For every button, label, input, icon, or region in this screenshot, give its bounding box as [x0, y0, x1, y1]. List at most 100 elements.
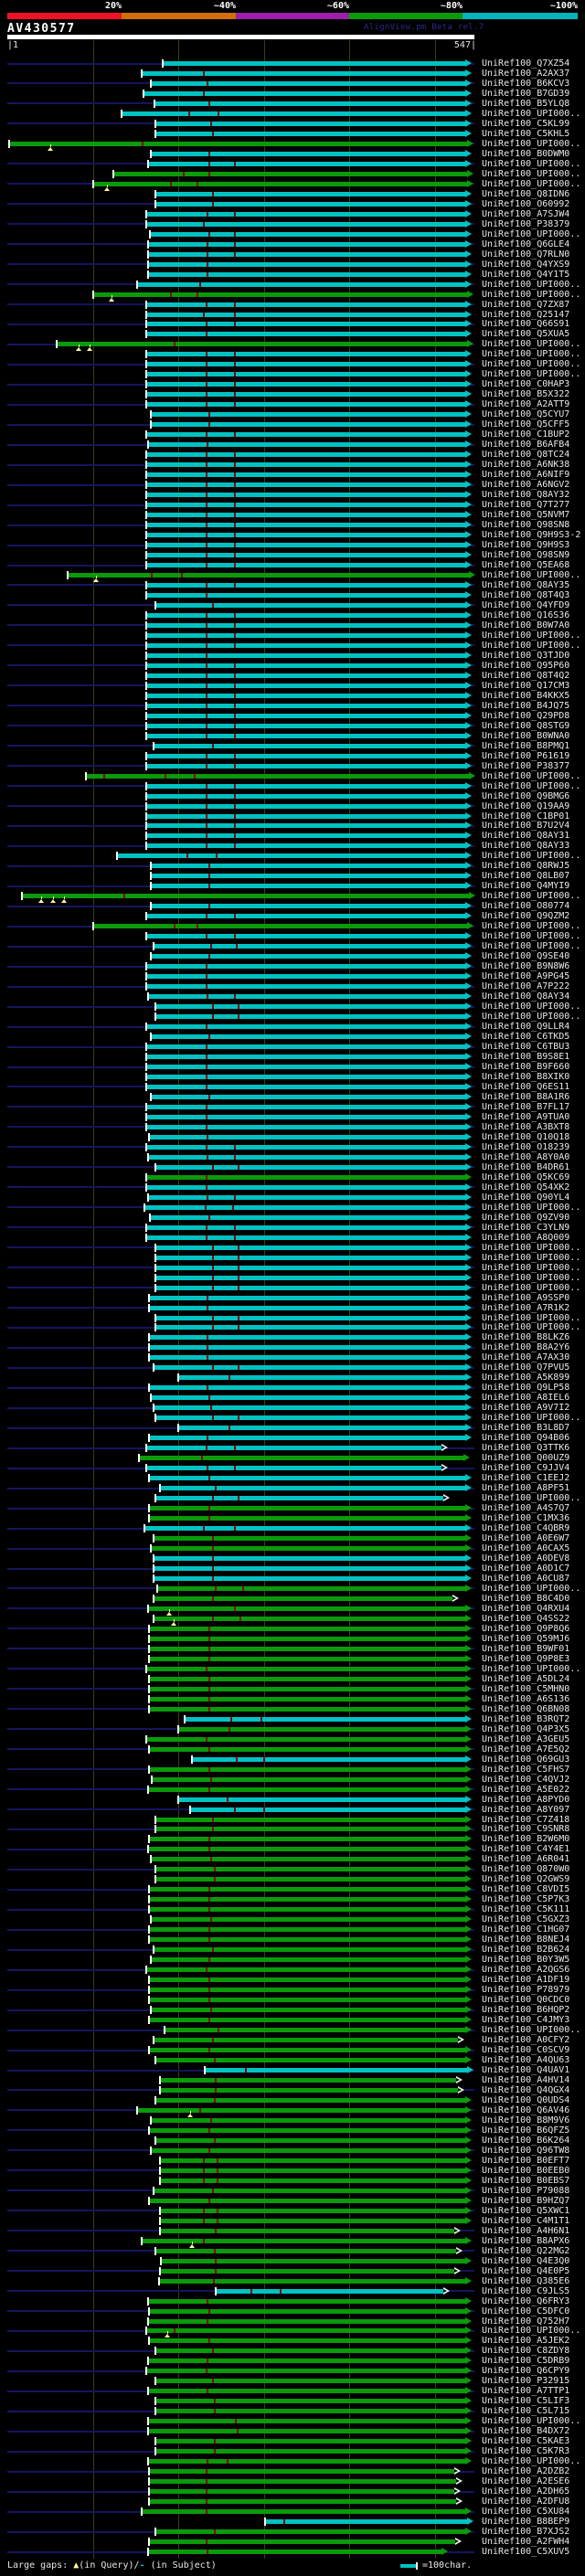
hsp-bar[interactable]	[146, 2369, 465, 2374]
alignment-row[interactable]: UniRef100_C4QVJ2	[0, 1775, 585, 1785]
hsp-bar[interactable]	[149, 1837, 465, 1842]
subject-id-label[interactable]: UniRef100_UPI000..	[482, 179, 580, 189]
subject-id-label[interactable]: UniRef100_Q8AY33	[482, 841, 569, 851]
subject-id-label[interactable]: UniRef100_A6NGV2	[482, 480, 569, 490]
subject-id-label[interactable]: UniRef100_B0W7A0	[482, 620, 569, 631]
alignment-row[interactable]: UniRef100_P61619	[0, 751, 585, 761]
hsp-bar[interactable]	[149, 1335, 465, 1341]
hsp-bar[interactable]	[149, 1907, 465, 1913]
subject-id-label[interactable]: UniRef100_Q9LLR4	[482, 1022, 569, 1032]
hsp-bar[interactable]	[155, 1245, 465, 1250]
hsp-bar[interactable]	[146, 974, 465, 980]
hsp-bar[interactable]	[142, 2238, 465, 2243]
alignment-row[interactable]: UniRef100_Q9SE40	[0, 951, 585, 961]
subject-id-label[interactable]: UniRef100_Q5CYU7	[482, 409, 569, 419]
alignment-row[interactable]: UniRef100_C8VDI5	[0, 1884, 585, 1894]
hsp-bar[interactable]	[161, 2258, 465, 2263]
hsp-bar[interactable]	[149, 2479, 456, 2485]
subject-id-label[interactable]: UniRef100_Q870W0	[482, 1864, 569, 1874]
hsp-bar[interactable]	[151, 2117, 465, 2123]
alignment-row[interactable]: UniRef100_C5DRB9	[0, 2356, 585, 2366]
subject-id-label[interactable]: UniRef100_B9S8E1	[482, 1052, 569, 1062]
alignment-row[interactable]: UniRef100_A5JEK2	[0, 2336, 585, 2346]
alignment-row[interactable]: UniRef100_P78979	[0, 1985, 585, 1995]
alignment-row[interactable]: UniRef100_C5P7K3	[0, 1894, 585, 1904]
alignment-row[interactable]: UniRef100_UPI000..	[0, 1243, 585, 1253]
hsp-bar[interactable]	[146, 543, 465, 548]
alignment-row[interactable]: UniRef100_C4Y4E1	[0, 1844, 585, 1854]
subject-id-label[interactable]: UniRef100_Q10Q18	[482, 1132, 569, 1142]
alignment-row[interactable]: UniRef100_A2DZB2	[0, 2466, 585, 2476]
hsp-bar[interactable]	[148, 442, 465, 448]
subject-id-label[interactable]: UniRef100_Q5NVM7	[482, 510, 569, 520]
subject-id-label[interactable]: UniRef100_C8ZDY8	[482, 2346, 569, 2356]
hsp-bar[interactable]	[155, 131, 465, 136]
hsp-bar[interactable]	[159, 2278, 465, 2284]
subject-id-label[interactable]: UniRef100_O18239	[482, 1142, 569, 1152]
alignment-row[interactable]: UniRef100_B0Y3W5	[0, 1955, 585, 1965]
hsp-bar[interactable]	[146, 1044, 465, 1050]
hsp-bar[interactable]	[117, 853, 465, 859]
subject-id-label[interactable]: UniRef100_B8C4D0	[482, 1594, 569, 1604]
alignment-row[interactable]: UniRef100_C1BUP2	[0, 429, 585, 440]
alignment-row[interactable]: UniRef100_B4DX72	[0, 2426, 585, 2436]
alignment-row[interactable]: UniRef100_Q7PVU5	[0, 1362, 585, 1373]
hsp-bar[interactable]	[155, 1415, 465, 1421]
subject-id-label[interactable]: UniRef100_B5X322	[482, 389, 569, 399]
hsp-bar[interactable]	[178, 1375, 465, 1381]
hsp-bar[interactable]	[151, 2147, 465, 2153]
alignment-row[interactable]: UniRef100_P38379	[0, 219, 585, 229]
subject-id-label[interactable]: UniRef100_Q7XZ54	[482, 58, 569, 69]
hsp-bar[interactable]	[151, 80, 465, 86]
subject-id-label[interactable]: UniRef100_A5JEK2	[482, 2336, 569, 2346]
subject-id-label[interactable]: UniRef100_Q95P60	[482, 661, 569, 671]
hsp-bar[interactable]	[148, 161, 465, 166]
alignment-row[interactable]: UniRef100_UPI000..	[0, 641, 585, 651]
alignment-row[interactable]: UniRef100_UPI000..	[0, 781, 585, 791]
alignment-row[interactable]: UniRef100_C9JJV4	[0, 1463, 585, 1473]
alignment-row[interactable]: UniRef100_B2W6M0	[0, 1834, 585, 1844]
hsp-bar[interactable]	[165, 2028, 465, 2033]
alignment-row[interactable]: UniRef100_B4DR61	[0, 1162, 585, 1172]
alignment-row[interactable]: UniRef100_Q385E6	[0, 2276, 585, 2286]
hsp-bar[interactable]	[154, 1566, 465, 1571]
alignment-row[interactable]: UniRef100_C5KAE3	[0, 2436, 585, 2446]
subject-id-label[interactable]: UniRef100_C1HG07	[482, 1924, 569, 1935]
subject-id-label[interactable]: UniRef100_O80774	[482, 901, 569, 911]
alignment-row[interactable]: UniRef100_Q4MYI9	[0, 881, 585, 891]
hsp-bar[interactable]	[146, 533, 465, 538]
alignment-row[interactable]: UniRef100_A7R1K2	[0, 1303, 585, 1313]
alignment-row[interactable]: UniRef100_Q98SN8	[0, 520, 585, 530]
alignment-row[interactable]: UniRef100_UPI000..	[0, 941, 585, 951]
subject-id-label[interactable]: UniRef100_Q9ZV90	[482, 1213, 569, 1223]
alignment-row[interactable]: UniRef100_C7Z418	[0, 1815, 585, 1825]
subject-id-label[interactable]: UniRef100_B0Y3W5	[482, 1955, 569, 1965]
alignment-row[interactable]: UniRef100_A5DL24	[0, 1674, 585, 1684]
alignment-row[interactable]: UniRef100_B0EEB0	[0, 2166, 585, 2176]
hsp-bar[interactable]	[155, 2449, 465, 2454]
subject-id-label[interactable]: UniRef100_A2ESE6	[482, 2476, 569, 2486]
alignment-row[interactable]: UniRef100_UPI000..	[0, 179, 585, 191]
alignment-row[interactable]: UniRef100_A5E022	[0, 1785, 585, 1795]
subject-id-label[interactable]: UniRef100_UPI000..	[482, 1203, 580, 1213]
hsp-bar[interactable]	[122, 111, 465, 116]
subject-id-label[interactable]: UniRef100_C9JLS5	[482, 2286, 569, 2296]
subject-id-label[interactable]: UniRef100_C0SCV9	[482, 2045, 569, 2055]
subject-id-label[interactable]: UniRef100_Q2GWS9	[482, 1874, 569, 1884]
hsp-bar[interactable]	[155, 1817, 465, 1822]
hsp-bar[interactable]	[151, 1917, 465, 1923]
alignment-row[interactable]: UniRef100_Q10Q18	[0, 1132, 585, 1142]
alignment-row[interactable]: UniRef100_Q8AY32	[0, 490, 585, 500]
hsp-bar[interactable]	[146, 683, 465, 688]
alignment-row[interactable]: UniRef100_A5K899	[0, 1373, 585, 1383]
hsp-bar[interactable]	[160, 2178, 465, 2183]
alignment-row[interactable]: UniRef100_B9F660	[0, 1062, 585, 1072]
hsp-bar[interactable]	[146, 312, 465, 317]
alignment-row[interactable]: UniRef100_B0W7A0	[0, 620, 585, 631]
alignment-row[interactable]: UniRef100_A2DFU8	[0, 2496, 585, 2507]
alignment-row[interactable]: UniRef100_Q4YFD9	[0, 600, 585, 610]
hsp-bar[interactable]	[149, 1937, 465, 1943]
hsp-bar[interactable]	[154, 1556, 465, 1562]
alignment-row[interactable]: UniRef100_B4KKX5	[0, 691, 585, 701]
subject-id-label[interactable]: UniRef100_A5E022	[482, 1785, 569, 1795]
